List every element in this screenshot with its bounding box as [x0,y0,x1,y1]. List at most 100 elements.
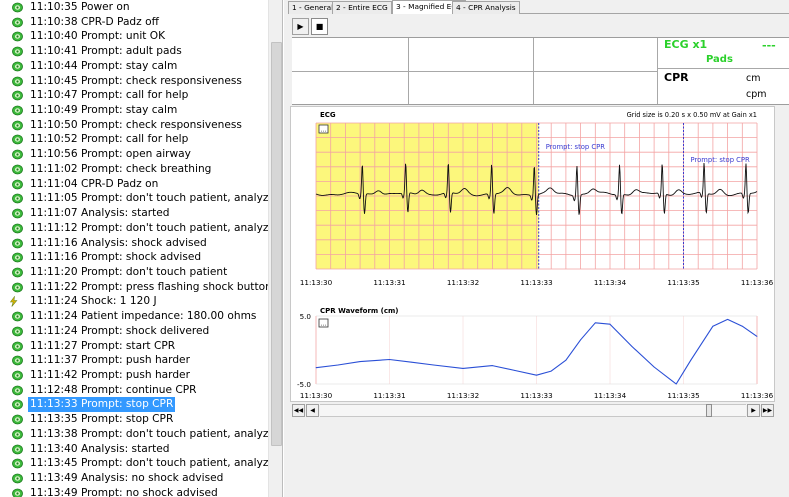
scrollbar-thumb[interactable] [271,42,282,446]
event-row[interactable]: 11:10:52 Prompt: call for help [0,132,268,147]
event-row[interactable]: 11:10:35 Power on [0,0,268,15]
event-description: Prompt: call for help [80,89,189,102]
event-description: Prompt: shock delivered [80,324,210,337]
event-row[interactable]: 11:13:38 Prompt: don't touch patient, an… [0,427,282,442]
green-eye-icon [12,164,23,175]
event-row[interactable]: 11:11:42 Prompt: push harder [0,368,268,383]
event-text: 11:11:05 Prompt: don't touch patient, an… [28,191,283,206]
event-description: Prompt: open airway [80,148,191,161]
event-row[interactable]: 11:12:48 Prompt: continue CPR [0,383,268,398]
event-text: 11:13:35 Prompt: stop CPR [28,412,175,427]
event-time: 11:13:49 [30,486,78,497]
event-row[interactable]: 11:11:27 Prompt: start CPR [0,339,268,354]
event-row[interactable]: 11:10:40 Prompt: unit OK [0,29,268,44]
event-description: Prompt: check breathing [80,162,212,175]
cpr-x-tick-label: 11:13:32 [447,391,479,400]
event-time: 11:11:22 [30,280,78,293]
waveform-chart: ECG Grid size is 0.20 s x 0.50 mV at Gain… [297,111,774,400]
event-row[interactable]: 11:13:45 Prompt: don't touch patient, an… [0,456,282,471]
event-row[interactable]: 11:11:04 CPR-D Padz on [0,177,268,192]
event-time: 11:10:45 [30,74,78,87]
event-description: Analysis: started [80,442,170,455]
green-eye-icon [12,399,23,410]
event-time: 11:11:20 [30,265,78,278]
event-row[interactable]: 11:10:45 Prompt: check responsiveness [0,74,268,89]
ecg-grid-annotation: Grid size is 0.20 s x 0.50 mV at Gain x1 [627,111,757,119]
event-row[interactable]: 11:13:49 Analysis: no shock advised [0,471,268,486]
event-description: Prompt: shock advised [80,251,202,264]
cpr-waveform-point [712,325,714,327]
cpr-waveform-point [411,361,412,363]
green-eye-icon [12,385,23,396]
cpr-depth-unit: cm [746,73,761,84]
green-eye-icon [12,311,23,322]
event-row[interactable]: 11:11:16 Prompt: shock advised [0,250,268,265]
event-time: 11:13:35 [30,413,78,426]
nav-first-button[interactable]: ◀◀ [292,404,305,417]
event-row[interactable]: 11:13:40 Analysis: started [0,442,268,457]
event-row[interactable]: 11:10:44 Prompt: stay calm [0,59,268,74]
event-row[interactable]: 11:11:22 Prompt: press flashing shock bu… [0,280,272,295]
green-eye-icon [12,282,23,293]
event-row[interactable]: 11:10:38 CPR-D Padz off [0,15,268,30]
detail-panel: 1 - General 2 - Entire ECG 3 - Magnified E… [284,0,789,497]
event-text: 11:10:41 Prompt: adult pads [28,44,184,59]
timeline-scroll-track[interactable] [320,404,746,417]
cpr-waveform-point [315,367,317,369]
event-text: 11:10:40 Prompt: unit OK [28,29,167,44]
event-row[interactable]: 11:10:49 Prompt: stay calm [0,103,268,118]
event-row[interactable]: 11:10:56 Prompt: open airway [0,147,268,162]
event-time: 11:10:50 [30,118,78,131]
nav-last-button[interactable]: ▶▶ [761,404,774,417]
event-row[interactable]: 11:11:02 Prompt: check breathing [0,162,268,177]
tab-1[interactable]: 1 - General [288,1,338,14]
event-row[interactable]: 11:11:12 Prompt: don't touch patient, an… [0,221,282,236]
event-row[interactable]: 11:13:33 Prompt: stop CPR [0,397,268,413]
event-row[interactable]: 11:11:07 Analysis: started [0,206,268,221]
event-row[interactable]: 11:13:49 Prompt: no shock advised [0,486,268,497]
timeline-navigator: ◀◀ ◀ ▶ ▶▶ [292,404,774,417]
ecg-prompt-marker-label: Prompt: stop CPR [546,143,606,151]
tab-4[interactable]: 4 - CPR Analysis [452,1,520,14]
event-row[interactable]: 11:11:24 Shock: 1 120 J [0,294,268,309]
event-text: 11:10:50 Prompt: check responsiveness [28,118,244,133]
event-text: 11:11:24 Prompt: shock delivered [28,324,211,339]
event-text: 11:10:47 Prompt: call for help [28,88,190,103]
event-text: 11:10:45 Prompt: check responsiveness [28,74,244,89]
cpr-chart-title: CPR Waveform (cm) [320,307,398,315]
green-eye-icon [12,61,23,72]
event-list-scrollbar[interactable] [268,0,282,497]
event-description: Prompt: don't touch patient, analyzing [80,192,283,205]
event-text: 11:11:16 Prompt: shock advised [28,250,203,265]
event-time: 11:11:42 [30,368,78,381]
event-row[interactable]: 11:11:24 Patient impedance: 180.00 ohms [0,309,268,324]
event-description: Prompt: adult pads [80,45,182,58]
play-button[interactable]: ▶ [292,18,309,35]
nav-prev-button[interactable]: ◀ [306,404,319,417]
event-text: 11:11:22 Prompt: press flashing shock bu… [28,280,274,295]
cpr-waveform-point [756,336,758,337]
green-eye-icon [12,120,23,131]
cpr-waveform-point [631,346,633,347]
event-row[interactable]: 11:10:50 Prompt: check responsiveness [0,118,268,133]
stop-button[interactable]: ■ [311,18,328,35]
event-text: 11:10:49 Prompt: stay calm [28,103,179,118]
tab-2[interactable]: 2 - Entire ECG [332,1,392,14]
event-row[interactable]: 11:11:05 Prompt: don't touch patient, an… [0,191,282,206]
cpr-waveform-point [675,383,677,385]
timeline-scroll-thumb[interactable] [706,404,712,417]
cpr-label: CPR [664,71,689,84]
event-row[interactable]: 11:11:16 Analysis: shock advised [0,236,268,251]
event-row[interactable]: 11:11:24 Prompt: shock delivered [0,324,268,339]
event-row[interactable]: 11:11:20 Prompt: don't touch patient [0,265,268,280]
nav-next-button[interactable]: ▶ [747,404,760,417]
event-row[interactable]: 11:13:35 Prompt: stop CPR [0,412,268,427]
event-text: 11:11:20 Prompt: don't touch patient [28,265,229,280]
event-description: Prompt: push harder [80,354,190,367]
event-text: 11:11:07 Analysis: started [28,206,171,221]
event-row[interactable]: 11:10:47 Prompt: call for help [0,88,268,103]
stop-icon: ■ [315,22,324,31]
event-row[interactable]: 11:10:41 Prompt: adult pads [0,44,268,59]
event-row[interactable]: 11:11:37 Prompt: push harder [0,353,268,368]
event-description: Prompt: don't touch patient, analyzing [80,457,283,470]
